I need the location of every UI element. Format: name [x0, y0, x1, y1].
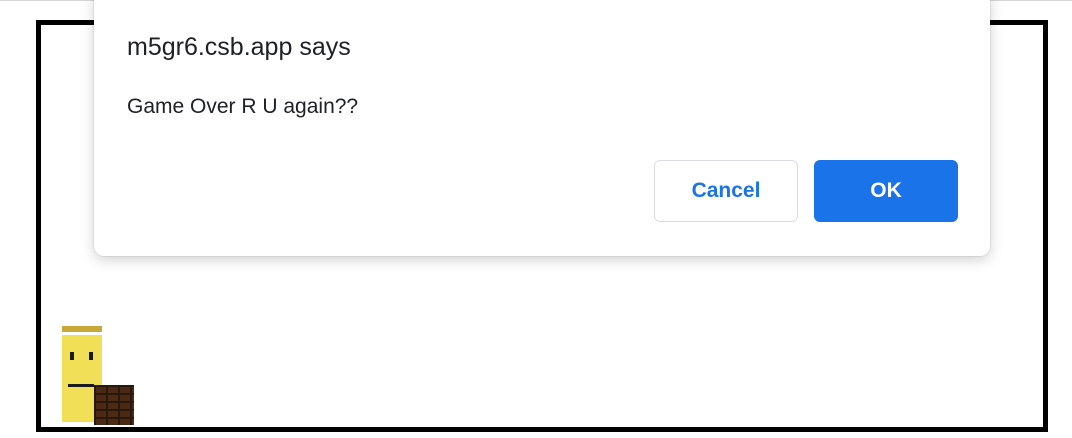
dialog-message: Game Over R U again??: [127, 95, 359, 118]
cancel-button[interactable]: Cancel: [654, 160, 798, 222]
brick-block-icon: [94, 385, 134, 425]
player-cap: [62, 326, 102, 332]
ok-button[interactable]: OK: [814, 160, 958, 222]
confirm-dialog: m5gr6.csb.app says Game Over R U again??…: [94, 0, 990, 256]
player-right-eye: [89, 352, 93, 360]
player-left-eye: [70, 352, 74, 360]
player-mouth: [68, 384, 94, 387]
dialog-title: m5gr6.csb.app says: [127, 33, 351, 61]
